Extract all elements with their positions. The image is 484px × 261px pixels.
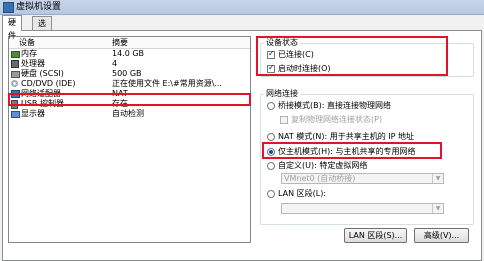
- device-row-display[interactable]: 显示器 自动检测: [9, 109, 250, 119]
- nat-radio[interactable]: [267, 133, 275, 141]
- custom-radio[interactable]: [267, 162, 275, 170]
- vm-settings-icon: [3, 2, 14, 13]
- device-name: 硬盘 (SCSI): [21, 69, 64, 78]
- chevron-down-icon: ▼: [432, 204, 443, 213]
- device-row-cd-dvd[interactable]: CD/DVD (IDE) 正在使用文件 E:\#常用资源\...: [9, 79, 250, 89]
- lan-segment-radio[interactable]: [267, 190, 275, 198]
- cd-dvd-icon: [11, 80, 18, 87]
- display-icon: [11, 111, 20, 118]
- window-title: 虚拟机设置: [16, 2, 62, 12]
- network-connection-title: 网络连接: [264, 89, 300, 99]
- custom-network-value: VMnet0 (自动桥接): [284, 174, 356, 183]
- device-summary: 自动检测: [112, 109, 144, 118]
- highlight-device-status: [256, 36, 448, 76]
- highlight-host-only: [262, 142, 442, 159]
- lan-segment-label: LAN 区段(L):: [278, 189, 327, 198]
- device-name: 显示器: [21, 109, 45, 118]
- lan-segments-button[interactable]: LAN 区段(S)...: [344, 228, 407, 243]
- memory-icon: [11, 51, 20, 58]
- device-name: 处理器: [21, 59, 45, 68]
- bridged-radio[interactable]: [267, 102, 275, 110]
- device-column-header[interactable]: 设备: [19, 37, 35, 48]
- custom-network-select[interactable]: VMnet0 (自动桥接) ▼: [281, 173, 444, 184]
- chevron-down-icon: ▼: [432, 174, 443, 183]
- lan-segment-select[interactable]: ▼: [281, 203, 444, 214]
- tab-options[interactable]: 选项: [32, 16, 52, 41]
- bridged-label: 桥接模式(B): 直接连接物理网络: [278, 101, 391, 110]
- device-list: 设备 摘要 内存 14.0 GB 处理器 4 硬盘 (SCSI) 500 GB …: [8, 36, 251, 243]
- device-list-header: 设备 摘要: [9, 37, 250, 49]
- replicate-state-label: 复制物理网络连接状态(P): [291, 115, 383, 124]
- tab-hardware[interactable]: 硬件: [2, 15, 22, 40]
- highlight-network-adapter: [8, 93, 251, 106]
- device-summary: 正在使用文件 E:\#常用资源\...: [112, 79, 223, 88]
- replicate-state-checkbox[interactable]: [280, 116, 288, 124]
- device-summary: 500 GB: [112, 69, 142, 78]
- device-row-hard-disk[interactable]: 硬盘 (SCSI) 500 GB: [9, 69, 250, 79]
- summary-column-header[interactable]: 摘要: [112, 37, 128, 48]
- device-summary: 14.0 GB: [112, 49, 145, 58]
- title-bar: 虚拟机设置: [0, 0, 484, 15]
- processor-icon: [11, 60, 19, 68]
- hard-disk-icon: [11, 71, 20, 78]
- device-row-processor[interactable]: 处理器 4: [9, 59, 250, 69]
- custom-label: 自定义(U): 特定虚拟网络: [278, 161, 368, 170]
- device-row-memory[interactable]: 内存 14.0 GB: [9, 49, 250, 59]
- advanced-button[interactable]: 高级(V)...: [414, 228, 469, 243]
- device-summary: 4: [112, 59, 118, 68]
- device-name: 内存: [21, 49, 37, 58]
- device-name: CD/DVD (IDE): [21, 79, 76, 88]
- nat-label: NAT 模式(N): 用于共享主机的 IP 地址: [278, 132, 414, 141]
